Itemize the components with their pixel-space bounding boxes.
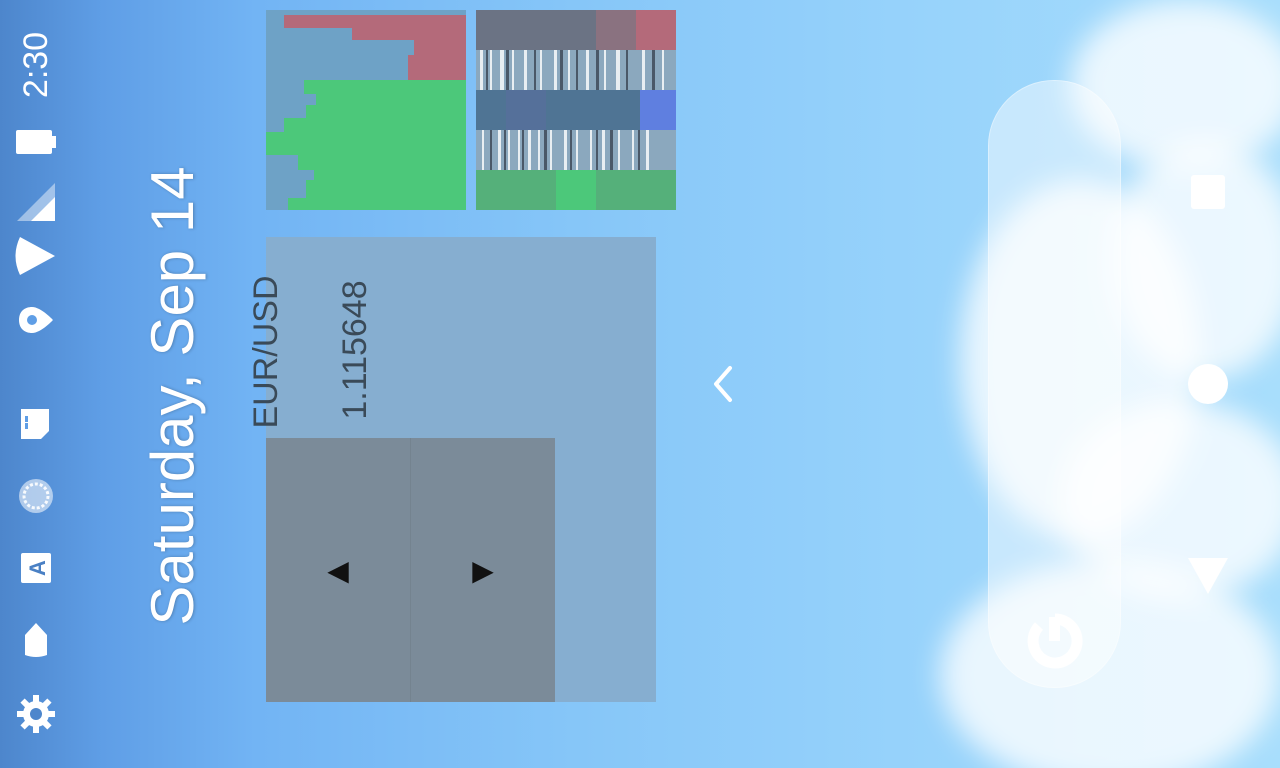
currency-rate-value: 1.115648 xyxy=(336,280,374,420)
sync-icon xyxy=(14,474,58,518)
previous-button[interactable]: ◀ xyxy=(266,438,410,702)
chart-thumbnail[interactable] xyxy=(266,10,466,210)
svg-text:A: A xyxy=(25,560,50,576)
triangle-back-icon xyxy=(1188,558,1228,594)
circle-icon xyxy=(1188,364,1228,404)
status-clock: 2:30 xyxy=(17,31,55,99)
home-button[interactable] xyxy=(1184,360,1232,408)
cell-signal-icon xyxy=(14,180,58,224)
recents-button[interactable] xyxy=(1184,168,1232,216)
tag-icon xyxy=(14,618,58,662)
wifi-icon xyxy=(14,234,58,278)
chart-thumbnail[interactable] xyxy=(476,10,676,210)
chevron-left-icon xyxy=(714,366,732,402)
settings-icon[interactable] xyxy=(14,692,58,736)
currency-pair-label: EUR/USD xyxy=(247,275,285,429)
a-notification-icon: A xyxy=(14,546,58,590)
previous-arrow-label: ◀ xyxy=(327,553,349,587)
home-date: Saturday, Sep 14 xyxy=(139,166,206,626)
location-icon xyxy=(14,298,58,342)
next-button[interactable]: ▶ xyxy=(410,438,555,702)
next-arrow-label: ▶ xyxy=(472,553,494,587)
app-drawer-handle[interactable] xyxy=(704,362,744,406)
square-icon xyxy=(1191,175,1225,209)
sd-card-icon xyxy=(14,402,58,446)
status-bar: 2:30 A xyxy=(0,0,72,768)
battery-icon xyxy=(14,120,58,164)
google-g-icon[interactable] xyxy=(1017,603,1093,679)
search-bar[interactable] xyxy=(988,80,1121,688)
back-button[interactable] xyxy=(1184,552,1232,600)
